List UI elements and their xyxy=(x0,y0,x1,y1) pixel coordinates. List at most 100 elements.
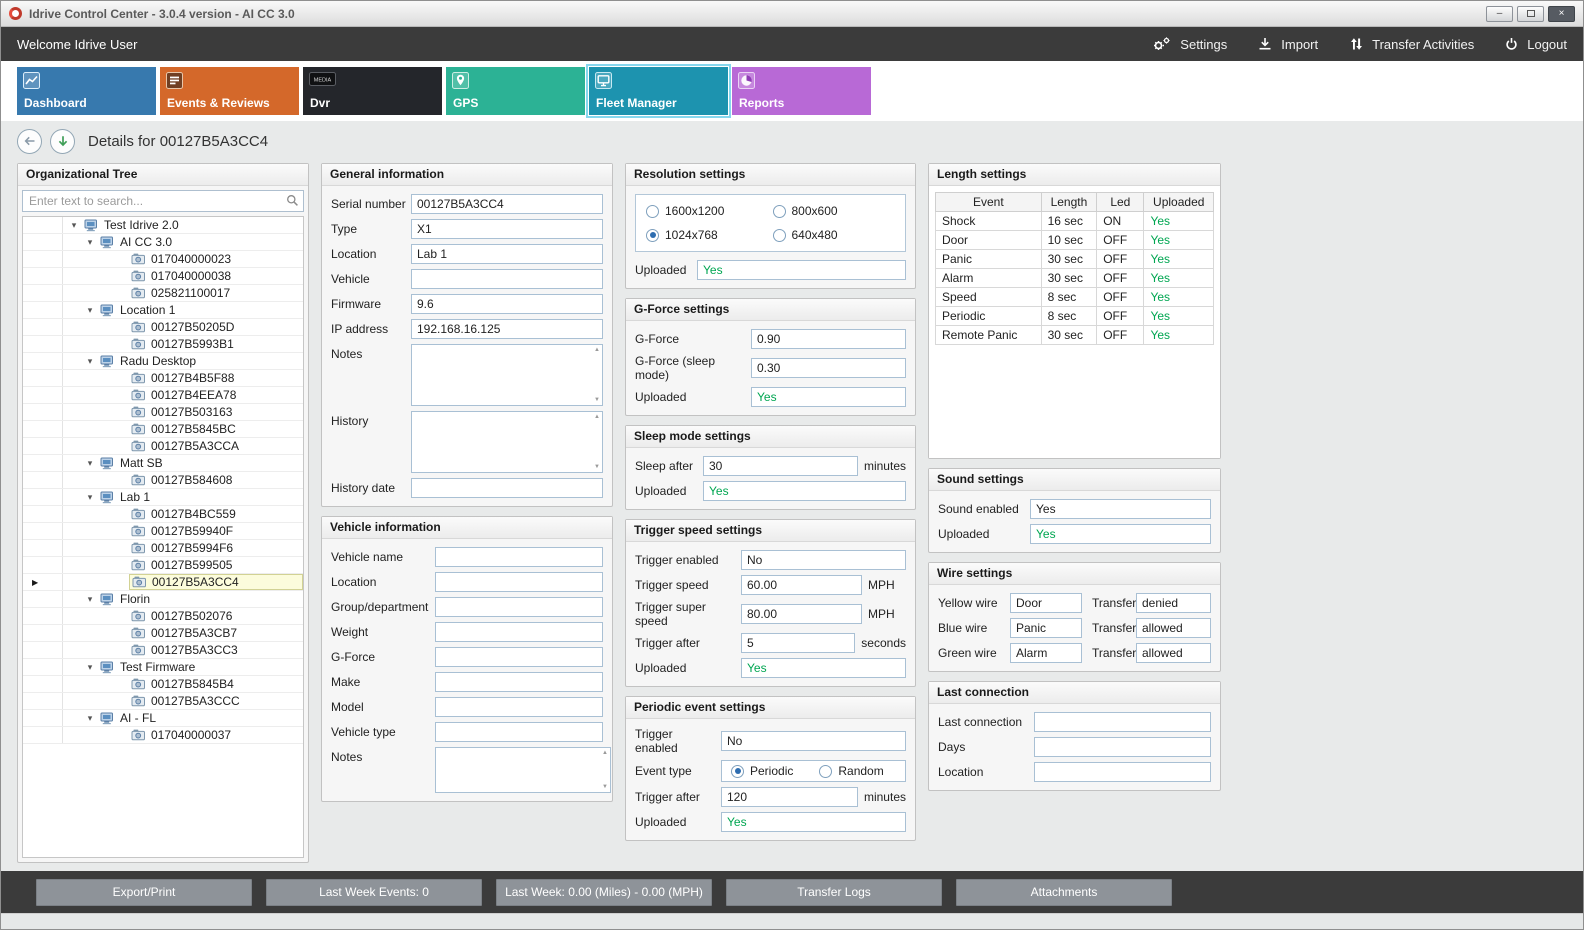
tree-node-017040000023[interactable]: 017040000023 xyxy=(23,251,303,268)
download-button[interactable] xyxy=(50,129,75,154)
tree-node-ai-cc-3-0[interactable]: ▾AI CC 3.0 xyxy=(23,234,303,251)
table-row[interactable]: Panic30 secOFFYes xyxy=(936,250,1214,269)
tab-events-reviews[interactable]: Events & Reviews xyxy=(160,67,299,115)
table-row[interactable]: Speed8 secOFFYes xyxy=(936,288,1214,307)
blue-wire-transfer-input[interactable] xyxy=(1136,618,1211,638)
uploaded-input[interactable] xyxy=(1030,524,1211,544)
radio-800x600[interactable]: 800x600 xyxy=(773,204,896,218)
collapse-toggle-icon[interactable]: ▾ xyxy=(85,237,95,248)
firmware-input[interactable] xyxy=(411,294,603,314)
serial-number-input[interactable] xyxy=(411,194,603,214)
history-textarea[interactable] xyxy=(411,411,603,473)
last-connection-input[interactable] xyxy=(1034,712,1211,732)
radio-1024x768[interactable]: 1024x768 xyxy=(646,228,769,242)
tree-node-00127b5a3cca[interactable]: 00127B5A3CCA xyxy=(23,438,303,455)
yellow-wire-input[interactable] xyxy=(1010,593,1082,613)
green-wire-transfer-input[interactable] xyxy=(1136,643,1211,663)
collapse-toggle-icon[interactable]: ▾ xyxy=(85,594,95,605)
table-row[interactable]: Shock16 secONYes xyxy=(936,212,1214,231)
tree-node-test-firmware[interactable]: ▾Test Firmware xyxy=(23,659,303,676)
tree-node-lab-1[interactable]: ▾Lab 1 xyxy=(23,489,303,506)
tab-reports[interactable]: Reports xyxy=(732,67,871,115)
tree-node-025821100017[interactable]: 025821100017 xyxy=(23,285,303,302)
tree-node-florin[interactable]: ▾Florin xyxy=(23,591,303,608)
trigger-super-speed-input[interactable] xyxy=(741,604,862,624)
tree-node-00127b502076[interactable]: 00127B502076 xyxy=(23,608,303,625)
collapse-toggle-icon[interactable]: ▾ xyxy=(85,305,95,316)
transfer-activities-button[interactable]: Transfer Activities xyxy=(1348,36,1474,52)
g-force-input[interactable] xyxy=(751,329,906,349)
weight-input[interactable] xyxy=(435,622,603,642)
trigger-after-input[interactable] xyxy=(721,787,858,807)
tree-node-017040000038[interactable]: 017040000038 xyxy=(23,268,303,285)
yellow-wire-transfer-input[interactable] xyxy=(1136,593,1211,613)
footer-export-print-button[interactable]: Export/Print xyxy=(36,879,252,906)
radio-random[interactable]: Random xyxy=(819,764,883,778)
footer-attachments-button[interactable]: Attachments xyxy=(956,879,1172,906)
back-button[interactable] xyxy=(17,129,42,154)
vehicle-input[interactable] xyxy=(411,269,603,289)
uploaded-input[interactable] xyxy=(721,812,906,832)
tree-node-00127b5845b4[interactable]: 00127B5845B4 xyxy=(23,676,303,693)
settings-button[interactable]: Settings xyxy=(1151,36,1227,53)
tree-node-00127b503163[interactable]: 00127B503163 xyxy=(23,404,303,421)
uploaded-input[interactable] xyxy=(703,481,906,501)
blue-wire-input[interactable] xyxy=(1010,618,1082,638)
tree-node-00127b5a3cb7[interactable]: 00127B5A3CB7 xyxy=(23,625,303,642)
table-row[interactable]: Remote Panic30 secOFFYes xyxy=(936,326,1214,345)
make-input[interactable] xyxy=(435,672,603,692)
collapse-toggle-icon[interactable]: ▾ xyxy=(85,492,95,503)
collapse-toggle-icon[interactable]: ▾ xyxy=(85,356,95,367)
footer-last-week-events-0-button[interactable]: Last Week Events: 0 xyxy=(266,879,482,906)
uploaded-input[interactable] xyxy=(741,658,906,678)
tree-node-radu-desktop[interactable]: ▾Radu Desktop xyxy=(23,353,303,370)
tab-fleet-manager[interactable]: Fleet Manager xyxy=(589,67,728,115)
tree-node-ai-fl[interactable]: ▾AI - FL xyxy=(23,710,303,727)
tree-node-00127b59940f[interactable]: 00127B59940F xyxy=(23,523,303,540)
notes-textarea[interactable] xyxy=(435,747,611,793)
table-row[interactable]: Alarm30 secOFFYes xyxy=(936,269,1214,288)
radio-1600x1200[interactable]: 1600x1200 xyxy=(646,204,769,218)
vehicle-name-input[interactable] xyxy=(435,547,603,567)
uploaded-input[interactable] xyxy=(751,387,906,407)
g-force-input[interactable] xyxy=(435,647,603,667)
close-button[interactable]: × xyxy=(1548,6,1575,22)
tree-node-00127b5845bc[interactable]: 00127B5845BC xyxy=(23,421,303,438)
tree-node-00127b4b5f88[interactable]: 00127B4B5F88 xyxy=(23,370,303,387)
vehicle-type-input[interactable] xyxy=(435,722,603,742)
tree-node-location-1[interactable]: ▾Location 1 xyxy=(23,302,303,319)
green-wire-input[interactable] xyxy=(1010,643,1082,663)
minimize-button[interactable]: – xyxy=(1486,6,1513,22)
tree-node-matt-sb[interactable]: ▾Matt SB xyxy=(23,455,303,472)
collapse-toggle-icon[interactable]: ▾ xyxy=(85,458,95,469)
trigger-enabled-input[interactable] xyxy=(741,550,906,570)
trigger-after-input[interactable] xyxy=(741,633,855,653)
model-input[interactable] xyxy=(435,697,603,717)
tree-node-00127b4bc559[interactable]: 00127B4BC559 xyxy=(23,506,303,523)
uploaded-input[interactable] xyxy=(697,260,906,280)
tree-node-00127b5993b1[interactable]: 00127B5993B1 xyxy=(23,336,303,353)
tree-node-00127b50205d[interactable]: 00127B50205D xyxy=(23,319,303,336)
collapse-toggle-icon[interactable]: ▾ xyxy=(85,713,95,724)
ip-address-input[interactable] xyxy=(411,319,603,339)
tree-search-input[interactable] xyxy=(22,190,304,212)
radio-periodic[interactable]: Periodic xyxy=(731,764,793,778)
footer-transfer-logs-button[interactable]: Transfer Logs xyxy=(726,879,942,906)
collapse-toggle-icon[interactable]: ▾ xyxy=(69,220,79,231)
notes-textarea[interactable] xyxy=(411,344,603,406)
tree-node-00127b599505[interactable]: 00127B599505 xyxy=(23,557,303,574)
tab-dashboard[interactable]: Dashboard xyxy=(17,67,156,115)
days-input[interactable] xyxy=(1034,737,1211,757)
history-date-input[interactable] xyxy=(411,478,603,498)
collapse-toggle-icon[interactable]: ▾ xyxy=(85,662,95,673)
location-input[interactable] xyxy=(411,244,603,264)
type-input[interactable] xyxy=(411,219,603,239)
g-force-sleep-mode-input[interactable] xyxy=(751,358,906,378)
location-input[interactable] xyxy=(435,572,603,592)
import-button[interactable]: Import xyxy=(1257,36,1318,52)
sound-enabled-input[interactable] xyxy=(1030,499,1211,519)
radio-640x480[interactable]: 640x480 xyxy=(773,228,896,242)
group-department-input[interactable] xyxy=(435,597,603,617)
trigger-enabled-input[interactable] xyxy=(721,731,906,751)
tab-gps[interactable]: GPS xyxy=(446,67,585,115)
